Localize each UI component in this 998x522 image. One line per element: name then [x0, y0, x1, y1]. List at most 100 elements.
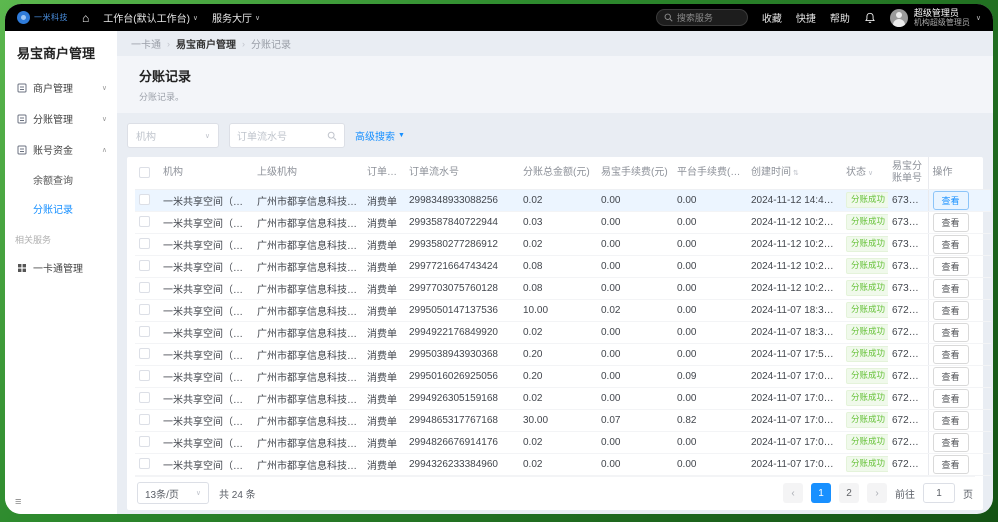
- view-button[interactable]: 查看: [933, 235, 969, 254]
- total-count: 共 24 条: [219, 486, 256, 501]
- brand-logo[interactable]: 一米科技: [17, 11, 68, 24]
- row-checkbox[interactable]: [139, 304, 150, 315]
- column-header-org: 机构: [159, 157, 253, 189]
- breadcrumb-separator-icon: ›: [242, 39, 245, 49]
- shortcuts-link[interactable]: 快捷: [796, 10, 816, 25]
- view-button[interactable]: 查看: [933, 279, 969, 298]
- view-button[interactable]: 查看: [933, 257, 969, 276]
- table-row[interactable]: 一米共享空间（直营） 广州市都享信息科技有限公司 消费单 29977030757…: [135, 277, 991, 299]
- sidebar-item-merchant-mgmt[interactable]: 商户管理 ∨: [5, 72, 117, 103]
- table-row[interactable]: 一米共享空间（直营） 广州市都享信息科技有限公司 消费单 29935802772…: [135, 233, 991, 255]
- cell-status: 分账成功: [842, 189, 888, 211]
- table-row[interactable]: 一米共享空间（直营） 广州市都享信息科技有限公司 消费单 29949263051…: [135, 387, 991, 409]
- advanced-search-link[interactable]: 高级搜索 ▼: [355, 128, 405, 143]
- page-button-2[interactable]: 2: [839, 483, 859, 503]
- org-select[interactable]: 机构 ∨: [127, 123, 219, 148]
- search-input[interactable]: 搜索服务: [656, 9, 748, 26]
- view-button[interactable]: 查看: [933, 301, 969, 320]
- column-header-created[interactable]: 创建时间⇅: [747, 157, 842, 189]
- table-row[interactable]: 一米共享空间（直营） 广州市都享信息科技有限公司 消费单 29983489330…: [135, 189, 991, 211]
- notification-bell-icon[interactable]: [864, 12, 876, 24]
- favorites-link[interactable]: 收藏: [762, 10, 782, 25]
- cell-org: 一米共享空间（直营）: [159, 255, 253, 277]
- cell-platform-fee: 0.00: [673, 189, 747, 211]
- help-link[interactable]: 帮助: [830, 10, 850, 25]
- select-all-checkbox[interactable]: [139, 167, 150, 178]
- row-checkbox[interactable]: [139, 458, 150, 469]
- cell-type: 消费单: [363, 431, 405, 453]
- cell-total: 0.20: [519, 365, 597, 387]
- sidebar-item-split-mgmt[interactable]: 分账管理 ∨: [5, 103, 117, 134]
- workspace-menu-label: 工作台(默认工作台): [103, 10, 190, 25]
- table-row[interactable]: 一米共享空间（直营） 广州市都享信息科技有限公司 消费单 29948653177…: [135, 409, 991, 431]
- sidebar-item-balance-query[interactable]: 余额查询: [5, 165, 117, 194]
- view-button[interactable]: 查看: [933, 191, 969, 210]
- sidebar-item-onecard-mgmt[interactable]: 一卡通管理: [5, 252, 117, 283]
- next-page-button[interactable]: ›: [867, 483, 887, 503]
- status-badge: 分账成功: [846, 456, 888, 471]
- row-checkbox[interactable]: [139, 326, 150, 337]
- table-row[interactable]: 一米共享空间（直营） 广州市都享信息科技有限公司 消费单 29977216647…: [135, 255, 991, 277]
- table-row[interactable]: 一米共享空间（直营） 广州市都享信息科技有限公司 消费单 29943262333…: [135, 453, 991, 475]
- order-no-input[interactable]: 订单流水号: [229, 123, 345, 148]
- home-icon[interactable]: ⌂: [82, 11, 89, 25]
- row-checkbox[interactable]: [139, 370, 150, 381]
- breadcrumb-item[interactable]: 一卡通: [131, 36, 161, 51]
- table-header-row: 机构 上级机构 订单类型∨ 订单流水号 分账总金额(元) 易宝手续费(元) 平台…: [135, 157, 991, 189]
- status-badge: 分账成功: [846, 236, 888, 251]
- row-checkbox[interactable]: [139, 282, 150, 293]
- view-button[interactable]: 查看: [933, 433, 969, 452]
- column-header-action: 操作: [928, 157, 991, 189]
- view-button[interactable]: 查看: [933, 455, 969, 474]
- row-checkbox[interactable]: [139, 392, 150, 403]
- cell-action: 查看: [928, 299, 991, 321]
- cell-split-no: 6732f...: [888, 189, 928, 211]
- sidebar-item-split-records[interactable]: 分账记录: [5, 194, 117, 223]
- row-checkbox[interactable]: [139, 260, 150, 271]
- user-menu[interactable]: 超级管理员 机构超级管理员 ∨: [890, 8, 981, 28]
- goto-page-input[interactable]: [923, 483, 955, 503]
- view-button[interactable]: 查看: [933, 345, 969, 364]
- page-button-1[interactable]: 1: [811, 483, 831, 503]
- cell-status: 分账成功: [842, 453, 888, 475]
- breadcrumb-item[interactable]: 易宝商户管理: [176, 36, 236, 51]
- view-button[interactable]: 查看: [933, 323, 969, 342]
- row-checkbox[interactable]: [139, 216, 150, 227]
- chevron-down-icon: ∨: [196, 489, 201, 497]
- table-row[interactable]: 一米共享空间（直营） 广州市都享信息科技有限公司 消费单 29935878407…: [135, 211, 991, 233]
- column-header-status[interactable]: 状态∨: [842, 157, 888, 189]
- row-checkbox[interactable]: [139, 436, 150, 447]
- topbar-menu-workspace[interactable]: 工作台(默认工作台) ∨: [103, 10, 198, 25]
- cell-org: 一米共享空间（直营）: [159, 365, 253, 387]
- page-size-select[interactable]: 13条/页 ∨: [137, 482, 209, 504]
- view-button[interactable]: 查看: [933, 367, 969, 386]
- prev-page-button[interactable]: ‹: [783, 483, 803, 503]
- row-checkbox[interactable]: [139, 414, 150, 425]
- table-row[interactable]: 一米共享空间（直营） 广州市都享信息科技有限公司 消费单 29950501471…: [135, 299, 991, 321]
- row-checkbox[interactable]: [139, 194, 150, 205]
- cell-total: 0.20: [519, 343, 597, 365]
- view-button[interactable]: 查看: [933, 213, 969, 232]
- view-button[interactable]: 查看: [933, 411, 969, 430]
- row-checkbox[interactable]: [139, 348, 150, 359]
- table-row[interactable]: 一米共享空间（直营） 广州市都享信息科技有限公司 消费单 29949221768…: [135, 321, 991, 343]
- sidebar-collapse-icon[interactable]: ≡: [15, 496, 21, 508]
- status-badge: 分账成功: [846, 434, 888, 449]
- column-header-type[interactable]: 订单类型∨: [363, 157, 405, 189]
- view-button[interactable]: 查看: [933, 389, 969, 408]
- topbar-menu-service-hall[interactable]: 服务大厅 ∨: [212, 10, 260, 25]
- cell-org: 一米共享空间（直营）: [159, 189, 253, 211]
- column-header-split-no: 易宝分账单号: [888, 157, 928, 189]
- cell-status: 分账成功: [842, 321, 888, 343]
- cell-total: 0.02: [519, 233, 597, 255]
- table-row[interactable]: 一米共享空间（直营） 广州市都享信息科技有限公司 消费单 29950160269…: [135, 365, 991, 387]
- row-checkbox[interactable]: [139, 238, 150, 249]
- cell-org: 一米共享空间（直营）: [159, 431, 253, 453]
- cell-yeepay-fee: 0.00: [597, 365, 673, 387]
- table-row[interactable]: 一米共享空间（直营） 广州市都享信息科技有限公司 消费单 29948266769…: [135, 431, 991, 453]
- sidebar-item-account-funds[interactable]: 账号资金 ∧: [5, 134, 117, 165]
- cell-total: 30.00: [519, 409, 597, 431]
- cell-platform-fee: 0.09: [673, 365, 747, 387]
- breadcrumb-separator-icon: ›: [167, 39, 170, 49]
- table-row[interactable]: 一米共享空间（直营） 广州市都享信息科技有限公司 消费单 29950389439…: [135, 343, 991, 365]
